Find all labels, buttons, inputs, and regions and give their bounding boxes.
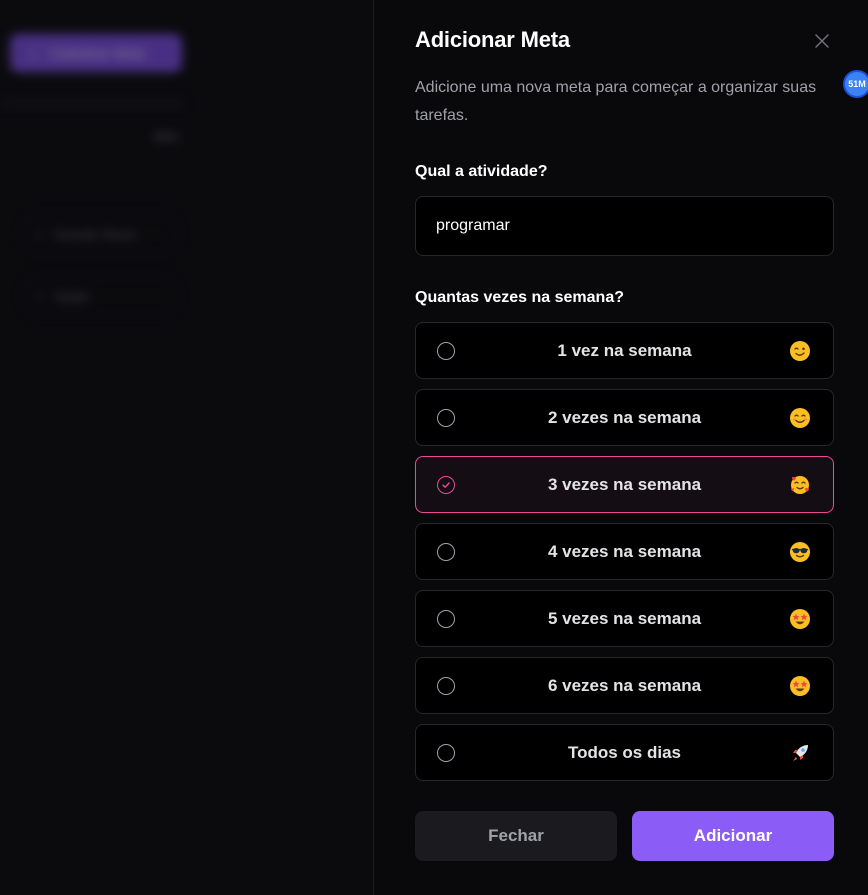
frequency-radio-group: 1 vez na semana 2 vezes na semana 3 veze… bbox=[415, 322, 834, 791]
plus-icon: + bbox=[35, 226, 43, 242]
frequency-option-3[interactable]: 3 vezes na semana bbox=[415, 456, 834, 513]
frequency-option-label: 2 vezes na semana bbox=[547, 407, 702, 427]
background-goal-item-label: Estudar React bbox=[54, 226, 137, 242]
add-goal-button[interactable]: Adicionar bbox=[632, 811, 834, 861]
background-create-goal-label: Cadastrar Meta bbox=[48, 45, 145, 61]
smiling-face-icon bbox=[790, 407, 810, 428]
radio-icon bbox=[437, 408, 455, 427]
frequency-option-label: Todos os dias bbox=[567, 742, 682, 762]
star-struck-face-icon bbox=[790, 608, 810, 629]
background-app: + Cadastrar Meta 65% + Estudar React + N… bbox=[0, 0, 373, 895]
background-blur-layer: + Cadastrar Meta 65% + Estudar React + N… bbox=[0, 0, 373, 895]
frequency-label: Quantas vezes na semana? bbox=[415, 289, 624, 306]
radio-icon bbox=[437, 676, 455, 695]
plus-icon: + bbox=[35, 288, 43, 304]
hearts-face-icon bbox=[791, 475, 809, 494]
sheet-description: Adicione uma nova meta para começar a or… bbox=[415, 79, 817, 124]
activity-label: Qual a atividade? bbox=[415, 163, 548, 180]
frequency-option-label: 4 vezes na semana bbox=[547, 541, 702, 561]
wink-face-icon bbox=[790, 340, 810, 361]
star-struck-face-icon bbox=[790, 675, 810, 696]
radio-icon bbox=[437, 743, 455, 762]
radio-checked-icon bbox=[437, 475, 455, 494]
frequency-option-7[interactable]: Todos os dias bbox=[415, 724, 834, 781]
background-progress-percent: 65% bbox=[154, 130, 179, 144]
frequency-option-1[interactable]: 1 vez na semana bbox=[415, 322, 834, 379]
close-button[interactable] bbox=[810, 29, 834, 53]
add-goal-sheet: Adicionar Meta Adicione uma nova meta pa… bbox=[373, 0, 868, 895]
close-sheet-button[interactable]: Fechar bbox=[415, 811, 617, 861]
background-progress-bar bbox=[0, 100, 185, 106]
background-goal-item-label: Nadar bbox=[54, 288, 91, 304]
radio-icon bbox=[437, 341, 455, 360]
background-goal-item: + Nadar bbox=[20, 276, 180, 316]
radio-icon bbox=[437, 609, 455, 628]
frequency-option-5[interactable]: 5 vezes na semana bbox=[415, 590, 834, 647]
frequency-option-2[interactable]: 2 vezes na semana bbox=[415, 389, 834, 446]
rocket-icon bbox=[793, 744, 808, 761]
background-create-goal-button: + Cadastrar Meta bbox=[10, 34, 182, 72]
sheet-title: Adicionar Meta bbox=[415, 27, 570, 52]
close-icon bbox=[815, 34, 829, 48]
radio-icon bbox=[437, 542, 455, 561]
sunglasses-face-icon bbox=[790, 541, 810, 562]
check-icon bbox=[442, 481, 450, 488]
frequency-option-label: 3 vezes na semana bbox=[547, 474, 702, 494]
frequency-option-label: 6 vezes na semana bbox=[547, 675, 702, 695]
frequency-option-4[interactable]: 4 vezes na semana bbox=[415, 523, 834, 580]
frequency-option-6[interactable]: 6 vezes na semana bbox=[415, 657, 834, 714]
extension-badge[interactable]: 51M bbox=[843, 70, 868, 98]
plus-icon: + bbox=[30, 45, 39, 61]
frequency-option-label: 5 vezes na semana bbox=[547, 608, 702, 628]
activity-input[interactable] bbox=[415, 196, 834, 256]
background-goal-item: + Estudar React bbox=[20, 214, 180, 254]
frequency-option-label: 1 vez na semana bbox=[557, 340, 692, 360]
